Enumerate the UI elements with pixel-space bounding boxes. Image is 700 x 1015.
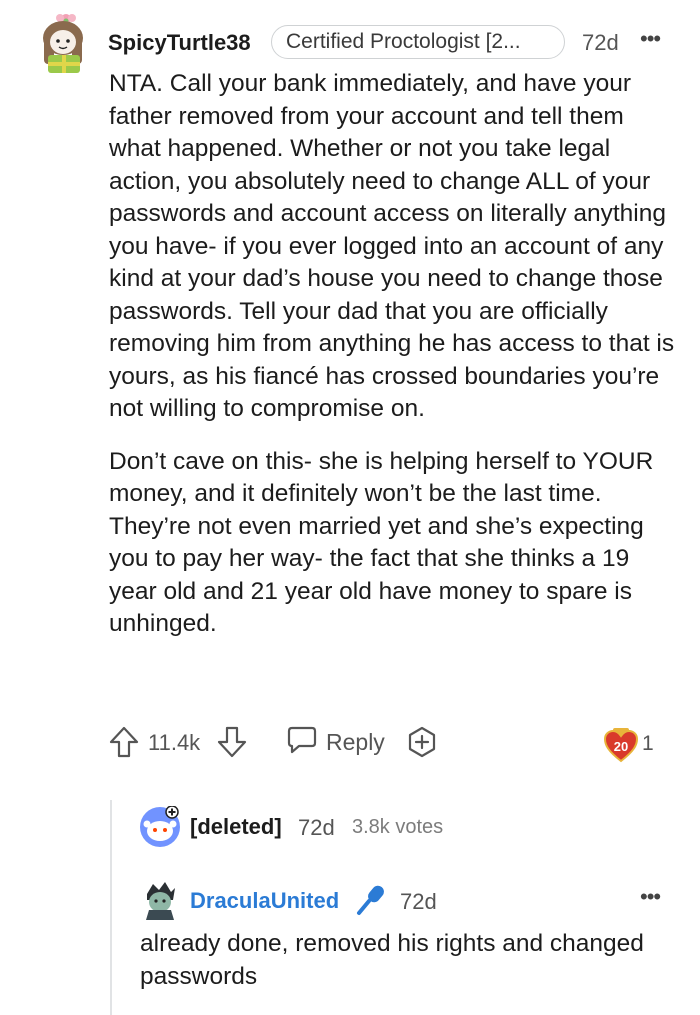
comment-paragraph: Don’t cave on this- she is helping herse… bbox=[109, 447, 654, 638]
snoo-avatar bbox=[139, 805, 181, 848]
user-avatar[interactable] bbox=[141, 880, 179, 920]
reply-label: Reply bbox=[326, 728, 385, 755]
collapsed-votes: 3.8k votes bbox=[352, 816, 444, 838]
more-options-button[interactable]: ••• bbox=[640, 26, 661, 52]
reply-timestamp: 72d bbox=[400, 889, 437, 914]
reply-button[interactable]: Reply bbox=[286, 724, 385, 760]
comment-username[interactable]: SpicyTurtle38 bbox=[108, 30, 251, 56]
downvote-icon[interactable] bbox=[216, 725, 248, 759]
heart-award-badge-icon[interactable]: 20 bbox=[603, 727, 639, 763]
comment-timestamp: 72d bbox=[582, 30, 619, 55]
award-count: 1 bbox=[642, 732, 654, 755]
reply-body: already done, removed his rights and cha… bbox=[140, 930, 644, 990]
reply-username[interactable]: DraculaUnited bbox=[190, 888, 339, 914]
comment-paragraph: NTA. Call your bank immediately, and hav… bbox=[109, 70, 675, 422]
user-avatar[interactable] bbox=[36, 12, 94, 74]
award-badge-number: 20 bbox=[614, 739, 628, 754]
more-options-button[interactable]: ••• bbox=[640, 884, 661, 910]
reply-timestamp: 72d bbox=[298, 815, 335, 840]
award-plus-icon[interactable] bbox=[406, 726, 438, 758]
speech-bubble-icon bbox=[286, 725, 318, 760]
comment-body: NTA. Call your bank immediately, and hav… bbox=[109, 68, 679, 661]
microphone-icon bbox=[355, 882, 387, 916]
deleted-username[interactable]: [deleted] bbox=[190, 814, 282, 840]
vote-score: 11.4k bbox=[148, 730, 201, 755]
thread-line[interactable] bbox=[110, 800, 112, 1015]
upvote-icon[interactable] bbox=[108, 725, 140, 759]
user-flair: Certified Proctologist [2... bbox=[271, 25, 565, 59]
